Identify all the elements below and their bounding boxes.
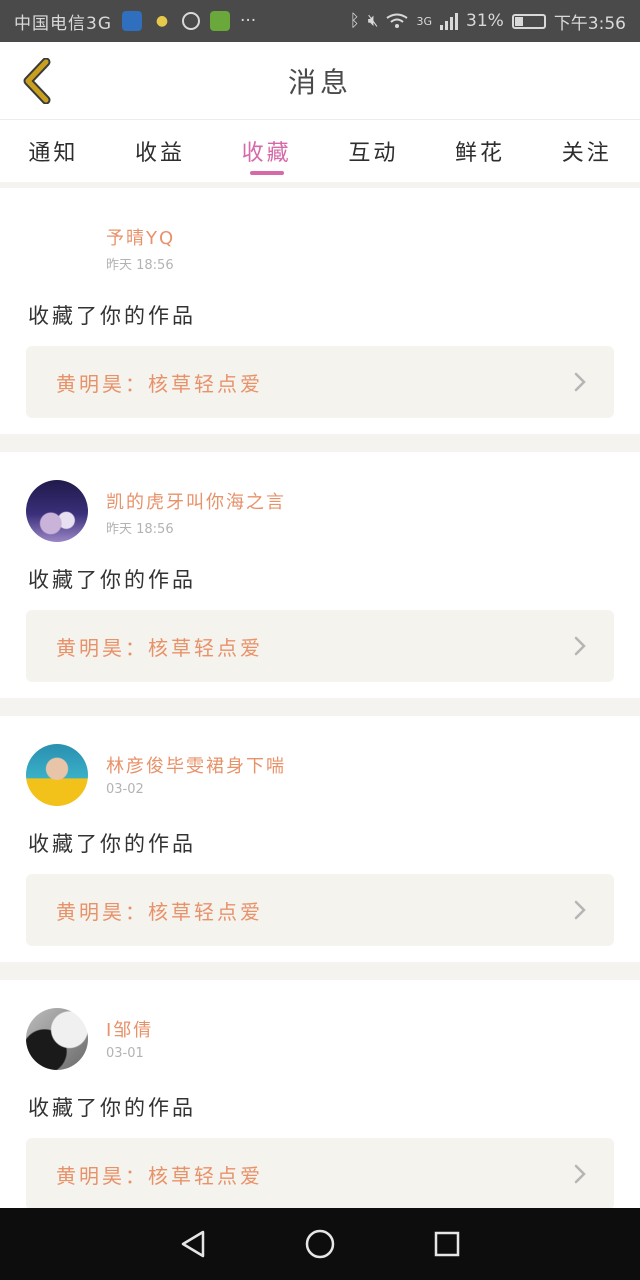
status-bar: 中国电信3G ● ··· ᛒ 🔇︎ 3G 31% 下午3:56 (0, 0, 640, 42)
action-text: 收藏了你的作品 (28, 568, 196, 592)
work-link[interactable]: 黄明昊：核草轻点爱 (26, 610, 614, 682)
work-title: 黄明昊：核草轻点爱 (56, 1163, 263, 1188)
app-screen: 中国电信3G ● ··· ᛒ 🔇︎ 3G 31% 下午3:56 消息 通知 收益… (0, 0, 640, 1280)
bulb-app-icon: ● (152, 11, 172, 31)
tab-earnings[interactable]: 收益 (107, 120, 214, 182)
nav-home-button[interactable] (300, 1224, 340, 1264)
username-link[interactable]: 凯的虎牙叫你海之言 (106, 488, 286, 514)
tab-favorites[interactable]: 收藏 (213, 120, 320, 182)
chevron-right-icon (574, 1164, 586, 1184)
home-circle-icon (305, 1229, 335, 1259)
action-text: 收藏了你的作品 (28, 832, 196, 856)
message-time: 昨天 18:56 (106, 522, 174, 537)
tab-label: 收藏 (241, 141, 292, 166)
network-type: 3G (416, 14, 433, 28)
message-card: 凯的虎牙叫你海之言 昨天 18:56 收藏了你的作品 黄明昊：核草轻点爱 (0, 452, 640, 698)
tab-bar: 通知 收益 收藏 互动 鲜花 关注 (0, 120, 640, 182)
nav-recents-button[interactable] (427, 1224, 467, 1264)
message-card: 林彦俊毕雯裙身下喘 03-02 收藏了你的作品 黄明昊：核草轻点爱 (0, 716, 640, 962)
chevron-right-icon (574, 636, 586, 656)
recents-square-icon (434, 1231, 459, 1257)
signal-icon (440, 13, 459, 30)
avatar[interactable] (26, 744, 88, 806)
tab-label: 通知 (28, 141, 79, 166)
nav-back-button[interactable] (173, 1224, 213, 1264)
more-dots-icon: ··· (240, 11, 257, 31)
message-time: 03-02 (106, 782, 144, 797)
page-title: 消息 (287, 65, 352, 99)
tab-label: 收益 (135, 141, 186, 166)
tab-label: 鲜花 (455, 141, 506, 166)
message-card: I邹倩 03-01 收藏了你的作品 黄明昊：核草轻点爱 (0, 980, 640, 1226)
system-nav-bar (0, 1208, 640, 1280)
work-title: 黄明昊：核草轻点爱 (56, 635, 263, 660)
carrier-label: 中国电信3G (14, 13, 112, 34)
avatar[interactable] (26, 1008, 88, 1070)
battery-percent: 31% (466, 11, 504, 31)
work-title: 黄明昊：核草轻点爱 (56, 371, 263, 396)
username-link[interactable]: I邹倩 (106, 1016, 153, 1042)
chevron-left-icon (23, 58, 51, 104)
message-list: 予晴YQ 昨天 18:56 收藏了你的作品 黄明昊：核草轻点爱 凯的虎牙叫你海之… (0, 188, 640, 1244)
back-triangle-icon (182, 1230, 205, 1258)
action-text: 收藏了你的作品 (28, 1096, 196, 1120)
username-link[interactable]: 予晴YQ (106, 224, 175, 250)
clock: 下午3:56 (553, 13, 626, 34)
avatar[interactable] (26, 216, 88, 278)
username-link[interactable]: 林彦俊毕雯裙身下喘 (106, 752, 286, 778)
active-tab-indicator (249, 171, 284, 175)
message-card: 予晴YQ 昨天 18:56 收藏了你的作品 黄明昊：核草轻点爱 (0, 188, 640, 434)
tab-flowers[interactable]: 鲜花 (427, 120, 534, 182)
work-link[interactable]: 黄明昊：核草轻点爱 (26, 346, 614, 418)
wifi-icon (386, 13, 409, 28)
page-header: 消息 (0, 42, 640, 120)
work-link[interactable]: 黄明昊：核草轻点爱 (26, 1138, 614, 1210)
mute-icon: 🔇︎ (367, 11, 379, 31)
tab-notifications[interactable]: 通知 (0, 120, 107, 182)
tab-follows[interactable]: 关注 (533, 120, 640, 182)
work-link[interactable]: 黄明昊：核草轻点爱 (26, 874, 614, 946)
chevron-right-icon (574, 900, 586, 920)
action-text: 收藏了你的作品 (28, 304, 196, 328)
work-title: 黄明昊：核草轻点爱 (56, 899, 263, 924)
battery-icon (511, 13, 546, 29)
message-time: 昨天 18:56 (106, 258, 174, 273)
bluetooth-icon: ᛒ (349, 11, 360, 31)
game-app-icon (210, 11, 230, 31)
back-button[interactable] (16, 56, 56, 106)
avatar[interactable] (26, 480, 88, 542)
hex-app-icon (182, 12, 200, 30)
tab-label: 关注 (561, 141, 612, 166)
shield-app-icon (122, 11, 142, 31)
tab-label: 互动 (348, 141, 399, 166)
chevron-right-icon (574, 372, 586, 392)
message-time: 03-01 (106, 1046, 144, 1061)
tab-interactions[interactable]: 互动 (320, 120, 427, 182)
